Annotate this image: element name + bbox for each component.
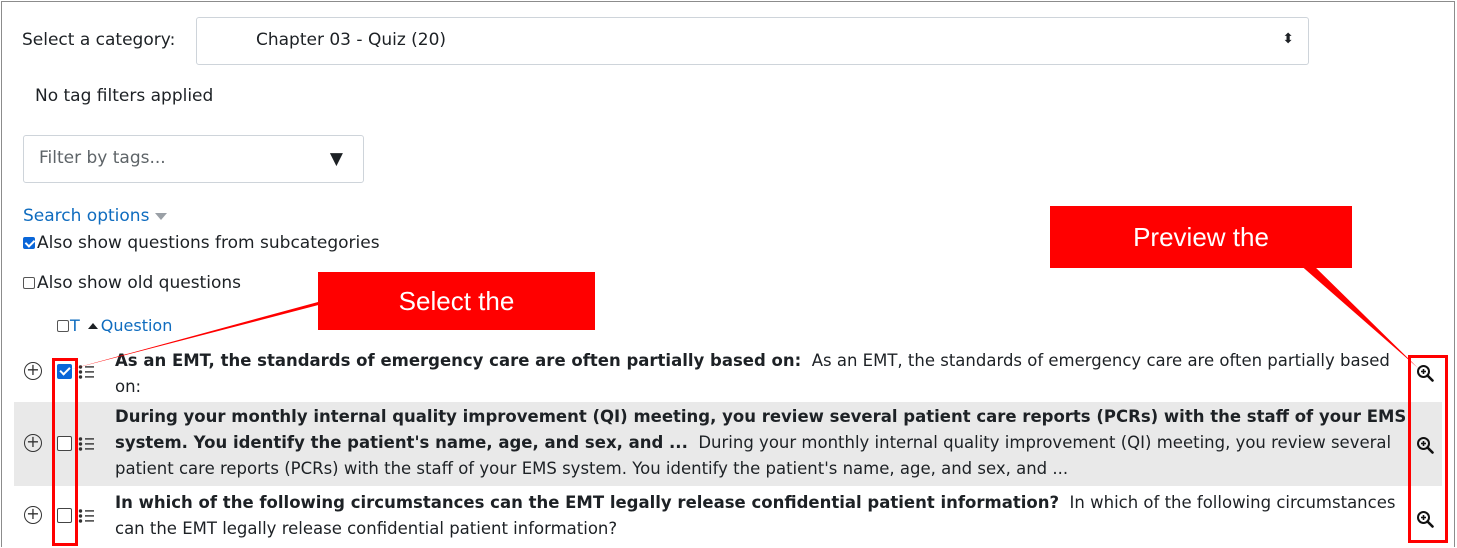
subcategories-option[interactable]: Also show questions from subcategories (23, 233, 380, 253)
question-text: As an EMT, the standards of emergency ca… (115, 348, 1420, 400)
preview-highlight-box (1408, 355, 1448, 543)
plus-circle-icon[interactable]: + (24, 506, 42, 524)
plus-circle-icon[interactable]: + (24, 362, 42, 380)
caret-down-icon (155, 212, 168, 220)
question-name: In which of the following circumstances … (115, 493, 1060, 512)
tag-filter-input[interactable]: Filter by tags... ▼ (23, 135, 364, 183)
multichoice-icon (78, 509, 94, 523)
subcategories-checkbox[interactable] (23, 237, 35, 249)
category-select[interactable]: Chapter 03 - Quiz (20) ⬍ (196, 17, 1309, 65)
search-options-toggle[interactable]: Search options (23, 206, 168, 226)
table-row: + In which of the following circumstance… (14, 488, 1442, 548)
preview-callout: Preview the (1050, 206, 1352, 268)
category-label: Select a category: (22, 30, 176, 50)
question-name: As an EMT, the standards of emergency ca… (115, 351, 802, 370)
dropdown-arrow-icon: ▼ (329, 149, 343, 169)
question-column-header[interactable]: Question (101, 316, 173, 335)
table-row: + As an EMT, the standards of emergency … (14, 344, 1442, 400)
question-text: During your monthly internal quality imp… (115, 404, 1420, 482)
tag-filter-placeholder: Filter by tags... (39, 148, 166, 168)
question-text: In which of the following circumstances … (115, 490, 1420, 542)
sort-asc-icon (87, 322, 98, 329)
select-callout: Select the (318, 272, 595, 330)
search-options-label: Search options (23, 206, 150, 226)
table-row: + During your monthly internal quality i… (14, 402, 1442, 486)
category-selected-value: Chapter 03 - Quiz (20) (256, 30, 447, 50)
old-questions-label: Also show old questions (37, 273, 241, 293)
subcategories-label: Also show questions from subcategories (37, 233, 380, 253)
select-all-checkbox[interactable] (57, 319, 69, 332)
type-column-header[interactable]: T (70, 316, 80, 335)
select-arrows-icon: ⬍ (1282, 31, 1294, 47)
tag-filter-status: No tag filters applied (35, 86, 214, 106)
multichoice-icon (78, 365, 94, 379)
multichoice-icon (78, 437, 94, 451)
plus-circle-icon[interactable]: + (24, 434, 42, 452)
old-questions-option[interactable]: Also show old questions (23, 273, 241, 293)
checkbox-highlight-box (52, 358, 78, 546)
table-header: T Question (57, 316, 172, 335)
old-questions-checkbox[interactable] (23, 277, 35, 289)
